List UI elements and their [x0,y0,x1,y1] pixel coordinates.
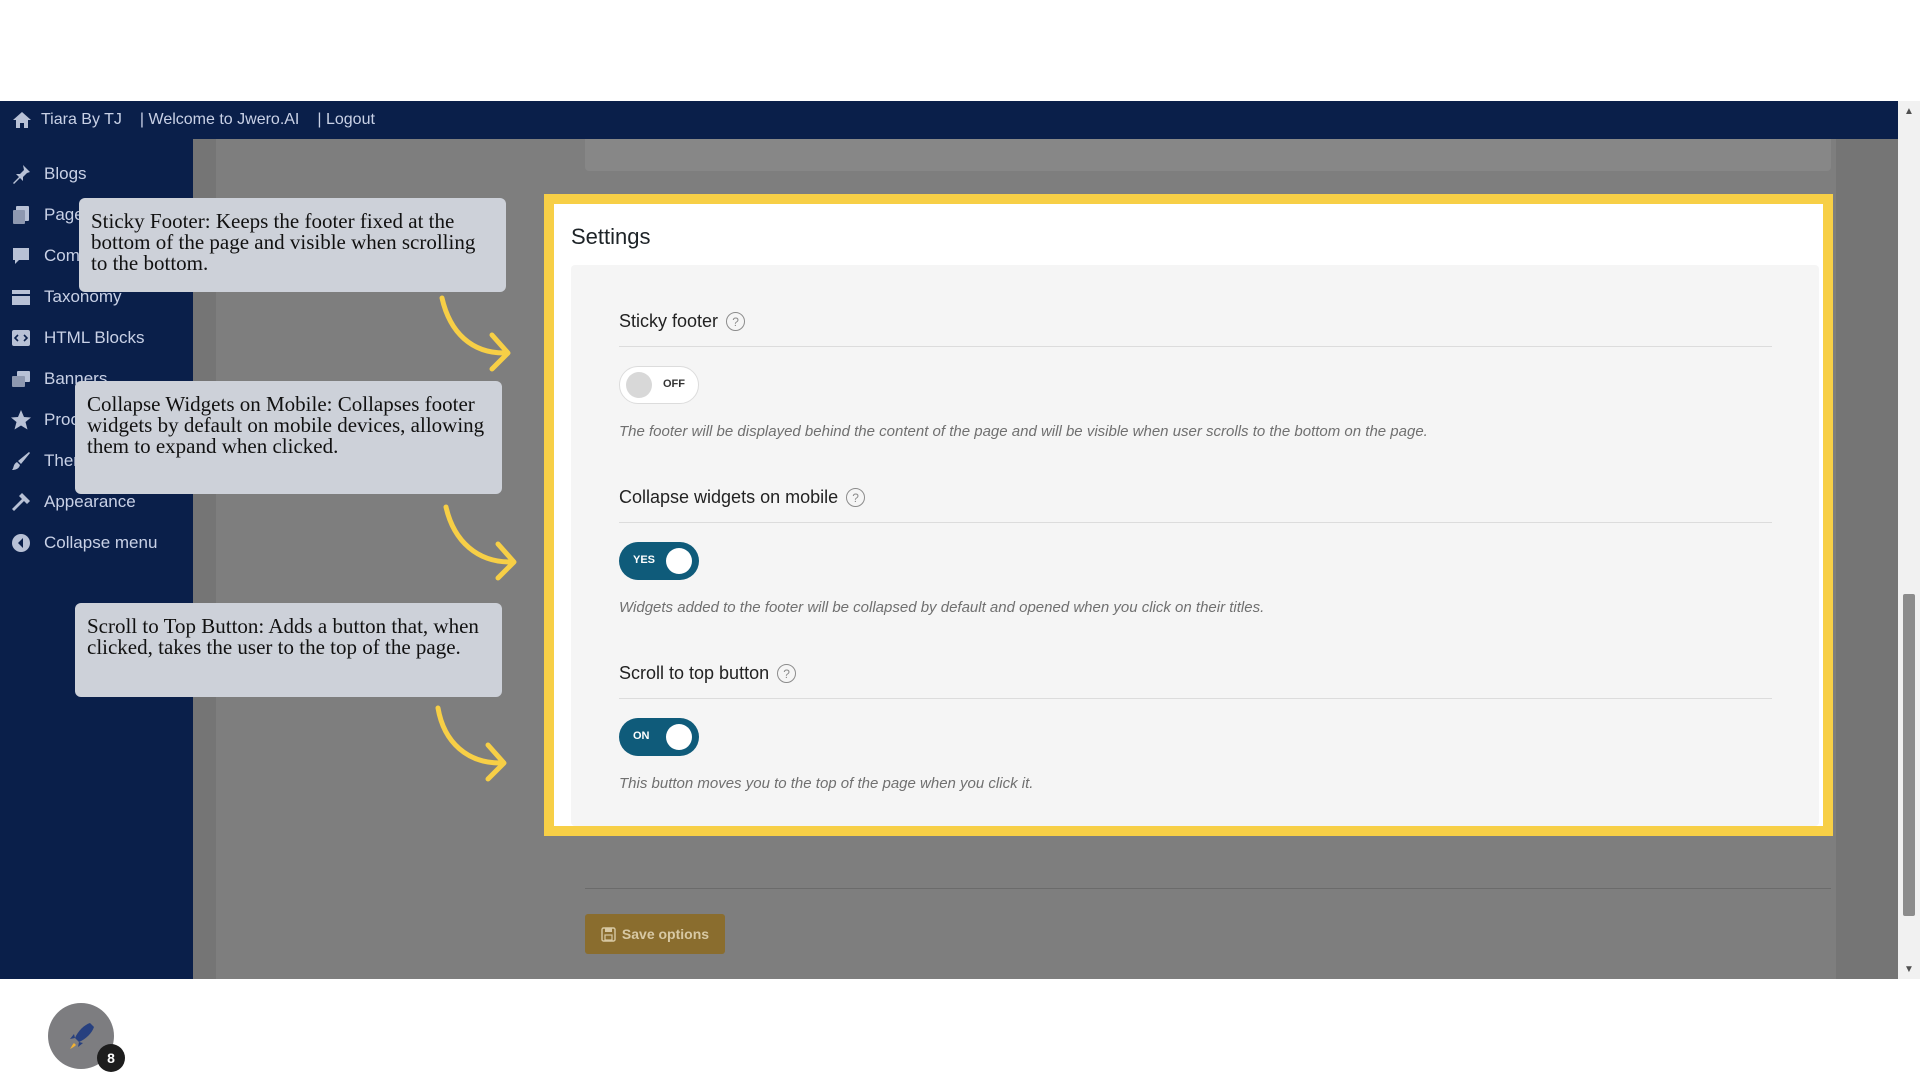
toggle-knob [666,724,692,750]
toggle-state: ON [633,730,650,742]
divider [619,698,1772,699]
sticky-footer-callout: Sticky Footer: Keeps the footer fixed at… [79,198,506,292]
section-divider [585,888,1831,889]
divider [619,522,1772,523]
sidebar-item-collapse-menu[interactable]: Collapse menu [10,528,157,558]
brush-icon [12,452,30,470]
notification-badge: 8 [97,1044,125,1072]
settings-title: Settings [571,224,651,249]
home-icon [13,112,31,128]
help-icon[interactable]: ? [846,488,866,507]
admin-bar: Tiara By TJ | Welcome to Jwero.AI | Logo… [0,101,1898,139]
sidebar-item-label: Collapse menu [44,533,158,552]
sidebar-item-label: Com [44,246,80,265]
callout-arrow-icon [443,504,517,581]
save-options-label: Save options [621,926,710,942]
save-icon [601,926,616,942]
sidebar-item-themes[interactable]: Ther [10,446,79,476]
scroll-thumb[interactable] [1903,594,1915,916]
help-icon[interactable]: ? [726,312,746,331]
welcome-link[interactable]: | Welcome to Jwero.AI [140,111,299,129]
rocket-icon [70,1023,94,1049]
sidebar-item-label: Blogs [44,164,87,183]
sidebar-item-blogs[interactable]: Blogs [10,159,87,189]
previous-section-strip [585,139,1831,171]
help-icon[interactable]: ? [777,664,797,683]
toggle-state: OFF [663,378,685,390]
taxonomy-icon [12,290,30,305]
toggle-knob [626,372,652,398]
banner-icon [12,371,30,387]
collapse-widgets-label-text: Collapse widgets on mobile [619,487,839,507]
sidebar-item-label: Ther [44,451,79,470]
collapse-widgets-label: Collapse widgets on mobile ? [619,487,866,508]
pin-icon [13,165,30,184]
code-block-icon [12,330,30,346]
hammer-icon [12,493,30,511]
callout-arrow-icon [435,705,507,782]
page-scrollbar[interactable]: ▲ ▼ [1898,101,1920,979]
toggle-state: YES [633,554,656,566]
save-options-button[interactable]: Save options [585,914,725,954]
site-home-link[interactable]: Tiara By TJ [12,110,122,130]
sidebar-item-label: HTML Blocks [44,328,145,347]
star-icon [11,410,31,430]
sidebar-item-pages[interactable]: Page [10,200,84,230]
scroll-top-label: Scroll to top button ? [619,663,797,684]
sticky-footer-toggle[interactable]: OFF [619,366,699,404]
scroll-down-arrow-icon[interactable]: ▼ [1898,959,1920,979]
collapse-widgets-description: Widgets added to the footer will be coll… [619,599,1265,616]
scroll-top-toggle[interactable]: ON [619,718,699,756]
collapse-widgets-toggle[interactable]: YES [619,542,699,580]
logout-link[interactable]: | Logout [317,111,375,129]
pages-icon [13,206,29,224]
comment-icon [13,248,29,264]
sidebar-item-label: Proc [44,410,79,429]
scroll-top-description: This button moves you to the top of the … [619,775,1034,792]
sidebar-item-comments[interactable]: Com [10,241,80,271]
callout-arrow-icon [439,295,511,372]
scroll-top-callout: Scroll to Top Button: Adds a button that… [75,603,502,697]
sidebar-item-label: Appearance [44,492,136,511]
divider [619,346,1772,347]
scroll-up-arrow-icon[interactable]: ▲ [1898,101,1920,121]
settings-card-highlight: Settings Sticky footer ? OFF The footer … [544,194,1833,836]
sticky-footer-description: The footer will be displayed behind the … [619,423,1428,440]
sticky-footer-label-text: Sticky footer [619,311,719,331]
settings-panel: Sticky footer ? OFF The footer will be d… [571,265,1819,826]
collapse-widgets-callout: Collapse Widgets on Mobile: Collapses fo… [75,381,502,494]
sidebar-item-html-blocks[interactable]: HTML Blocks [10,323,144,353]
sidebar-item-label: Page [44,205,84,224]
sticky-footer-label: Sticky footer ? [619,311,746,332]
screen: Tiara By TJ | Welcome to Jwero.AI | Logo… [0,0,1920,1080]
scroll-top-label-text: Scroll to top button [619,663,770,683]
toggle-knob [666,548,692,574]
collapse-icon [12,534,30,552]
site-name: Tiara By TJ [41,111,122,128]
sidebar-item-products[interactable]: Proc [10,405,79,435]
